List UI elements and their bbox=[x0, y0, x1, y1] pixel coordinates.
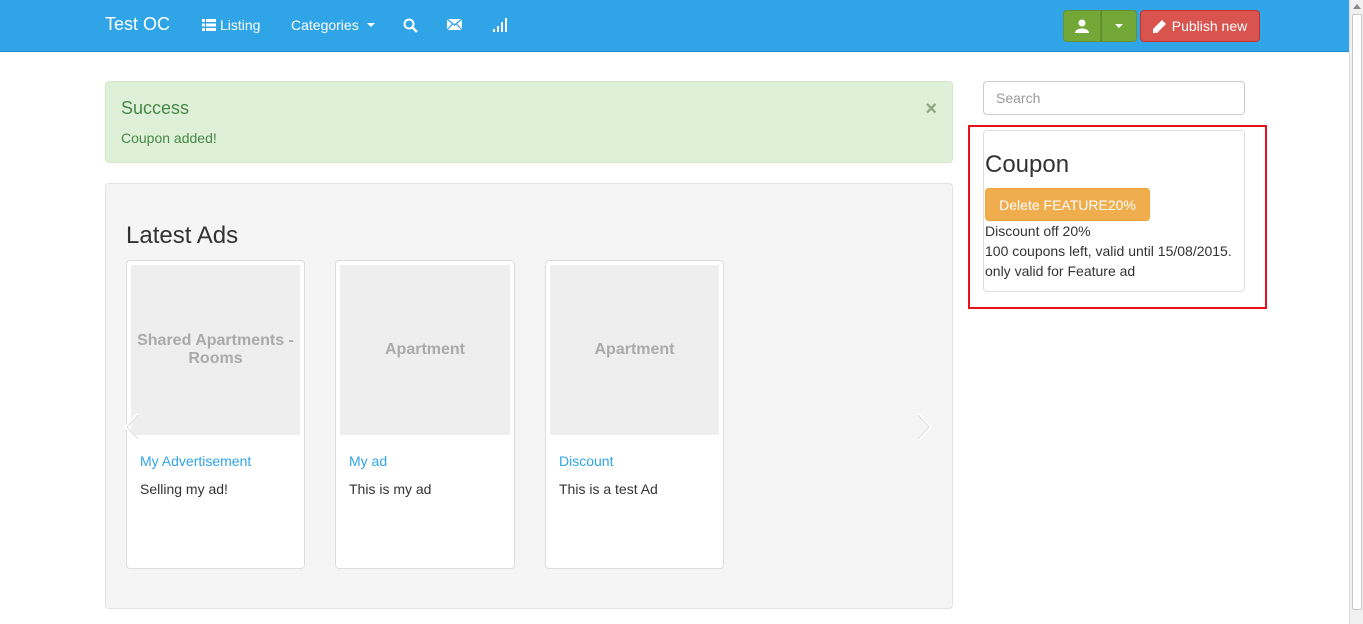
caret-down-icon bbox=[366, 23, 375, 27]
search-input[interactable] bbox=[983, 81, 1245, 115]
chevron-right-icon[interactable] bbox=[914, 412, 934, 442]
list-icon bbox=[202, 19, 216, 31]
highlight-box bbox=[968, 125, 1267, 309]
user-dropdown-toggle[interactable] bbox=[1101, 10, 1137, 42]
nav-stats[interactable] bbox=[493, 18, 507, 32]
user-button[interactable] bbox=[1063, 10, 1101, 42]
caret-down-icon bbox=[1115, 24, 1123, 28]
brand-link[interactable]: Test OC bbox=[105, 14, 170, 35]
scroll-up-icon[interactable] bbox=[1353, 4, 1361, 9]
user-menu-group bbox=[1063, 10, 1137, 42]
latest-ads-title: Latest Ads bbox=[126, 222, 239, 249]
search-icon bbox=[403, 18, 418, 33]
alert-title: Success bbox=[121, 98, 190, 118]
user-icon bbox=[1075, 19, 1089, 33]
nav-search[interactable] bbox=[403, 18, 418, 33]
signal-icon bbox=[493, 18, 507, 32]
navbar: Test OC Listing Categories Publish new bbox=[0, 0, 1349, 52]
ad-thumbnail[interactable]: Apartment bbox=[550, 265, 719, 435]
ad-title-link[interactable]: My ad bbox=[349, 453, 387, 469]
nav-listing-label: Listing bbox=[220, 17, 261, 33]
success-alert: Success Coupon added! × bbox=[105, 81, 953, 163]
nav-listing[interactable]: Listing bbox=[202, 17, 260, 33]
publish-new-button[interactable]: Publish new bbox=[1140, 10, 1260, 42]
envelope-icon bbox=[447, 19, 462, 30]
ad-thumbnail[interactable]: Shared Apartments - Rooms bbox=[131, 265, 300, 435]
ad-card[interactable]: Apartment My ad This is my ad bbox=[335, 260, 515, 569]
nav-messages[interactable] bbox=[447, 19, 462, 30]
ad-title-link[interactable]: My Advertisement bbox=[140, 453, 251, 469]
alert-message: Coupon added! bbox=[121, 130, 217, 146]
ad-card[interactable]: Apartment Discount This is a test Ad bbox=[545, 260, 724, 569]
ad-title-link[interactable]: Discount bbox=[559, 453, 613, 469]
ad-description: This is my ad bbox=[349, 481, 432, 497]
chevron-left-icon[interactable] bbox=[122, 412, 142, 442]
page-scrollbar[interactable] bbox=[1349, 0, 1363, 624]
nav-categories-label: Categories bbox=[291, 17, 359, 33]
ad-card[interactable]: Shared Apartments - Rooms My Advertiseme… bbox=[126, 260, 305, 569]
scrollbar-thumb[interactable] bbox=[1352, 14, 1362, 610]
close-icon[interactable]: × bbox=[925, 99, 937, 119]
ad-description: Selling my ad! bbox=[140, 481, 228, 497]
nav-categories[interactable]: Categories bbox=[291, 17, 375, 33]
ad-description: This is a test Ad bbox=[559, 481, 658, 497]
pencil-icon bbox=[1152, 19, 1166, 33]
publish-new-label: Publish new bbox=[1171, 18, 1248, 34]
ad-thumbnail[interactable]: Apartment bbox=[340, 265, 510, 435]
latest-ads-section: Latest Ads Shared Apartments - Rooms My … bbox=[105, 183, 953, 609]
